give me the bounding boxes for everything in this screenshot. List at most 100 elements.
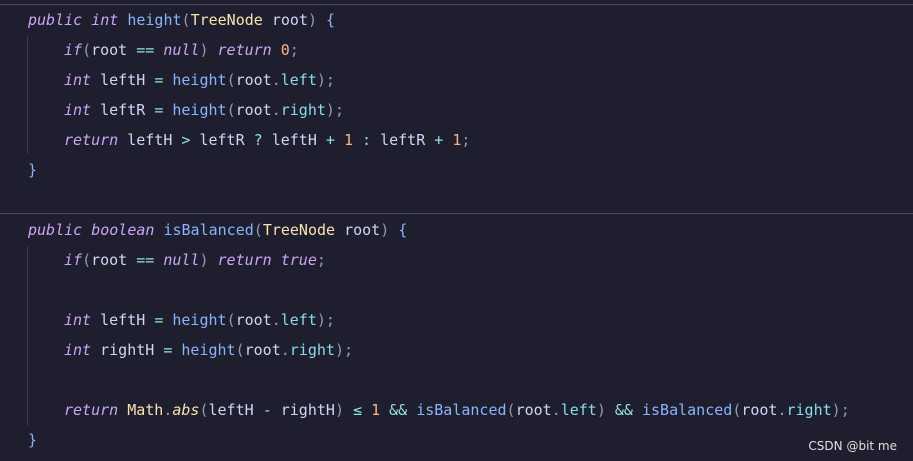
paren: ) [199,41,209,59]
keyword-if: if [64,41,83,59]
brace-close: } [28,431,38,449]
operator: - [262,401,272,419]
dot: . [271,311,281,329]
dot: . [280,341,290,359]
code-editor[interactable]: public int height(TreeNode root) { if(ro… [0,0,913,461]
code-line[interactable]: return Math.abs(leftH - rightH) ≤ 1 && i… [28,395,850,425]
paren: ( [226,71,236,89]
operator: = [154,101,164,119]
variable: leftH [100,71,146,89]
keyword-null: null [163,251,200,269]
variable: leftR [380,131,426,149]
semicolon: ; [334,101,344,119]
code-line[interactable]: return leftH > leftR ? leftH + 1 : leftR… [28,125,470,155]
variable: leftR [100,101,146,119]
keyword-true: true [280,251,317,269]
operator: > [181,131,191,149]
keyword-boolean: boolean [91,221,155,239]
operator: ? [253,131,263,149]
function-call: isBalanced [416,401,507,419]
method-name: height [127,11,182,29]
paren: ) [831,401,841,419]
paren: ( [253,221,263,239]
keyword-public: public [28,221,83,239]
paren: ( [235,341,245,359]
code-line-height-signature[interactable]: public int height(TreeNode root) { [28,5,335,35]
keyword-return: return [217,41,272,59]
operator: + [434,131,444,149]
operator: && [389,401,408,419]
brace-open: { [326,11,336,29]
keyword-int: int [64,101,92,119]
code-line-isbalanced-signature[interactable]: public boolean isBalanced(TreeNode root)… [28,215,407,245]
paren: ) [307,11,317,29]
function-call: height [181,341,236,359]
static-method: abs [172,401,200,419]
keyword-return: return [64,401,119,419]
param-name: root [271,11,308,29]
operator: + [325,131,335,149]
operator: : [362,131,372,149]
keyword-int: int [91,11,119,29]
paren: ) [380,221,390,239]
keyword-int: int [64,311,92,329]
operator: == [136,41,155,59]
paren: ( [82,41,92,59]
paren: ) [334,401,344,419]
code-line[interactable]: if(root == null) return true; [28,245,326,275]
paren: ) [199,251,209,269]
variable: leftR [199,131,245,149]
semicolon: ; [325,71,335,89]
code-line[interactable]: int leftH = height(root.left); [28,305,335,335]
param-name: root [344,221,381,239]
param-type: TreeNode [262,221,336,239]
code-line[interactable]: if(root == null) return 0; [28,35,299,65]
variable: rightH [280,401,335,419]
number-literal: 1 [371,401,381,419]
code-line[interactable]: int leftR = height(root.right); [28,95,344,125]
variable: root [235,101,272,119]
variable: leftH [271,131,317,149]
operator: ≤ [353,401,363,419]
dot: . [777,401,787,419]
keyword-return: return [217,251,272,269]
variable: root [91,41,128,59]
paren: ( [82,251,92,269]
variable: root [741,401,778,419]
paren: ) [316,71,326,89]
paren: ( [226,311,236,329]
operator: == [136,251,155,269]
paren: ( [181,11,191,29]
watermark: CSDN @bit me [808,439,897,453]
variable: root [91,251,128,269]
paren: ( [226,101,236,119]
paren: ( [199,401,209,419]
variable: root [515,401,552,419]
variable: root [244,341,281,359]
code-line[interactable]: } [28,425,37,455]
dot: . [271,71,281,89]
semicolon: ; [316,251,326,269]
variable: leftH [100,311,146,329]
operator: = [163,341,173,359]
field: right [289,341,335,359]
function-call: height [172,101,227,119]
function-call: isBalanced [642,401,733,419]
paren: ( [732,401,742,419]
brace-close: } [28,161,38,179]
code-line[interactable]: int leftH = height(root.left); [28,65,335,95]
dot: . [551,401,561,419]
variable: root [235,71,272,89]
semicolon: ; [325,311,335,329]
semicolon: ; [840,401,850,419]
field: left [280,71,317,89]
keyword-int: int [64,71,92,89]
code-line[interactable]: int rightH = height(root.right); [28,335,353,365]
field: right [280,101,326,119]
variable: rightH [100,341,155,359]
param-type: TreeNode [190,11,263,29]
code-line[interactable]: } [28,155,37,185]
paren: ) [334,341,344,359]
semicolon: ; [461,131,471,149]
paren: ( [506,401,516,419]
